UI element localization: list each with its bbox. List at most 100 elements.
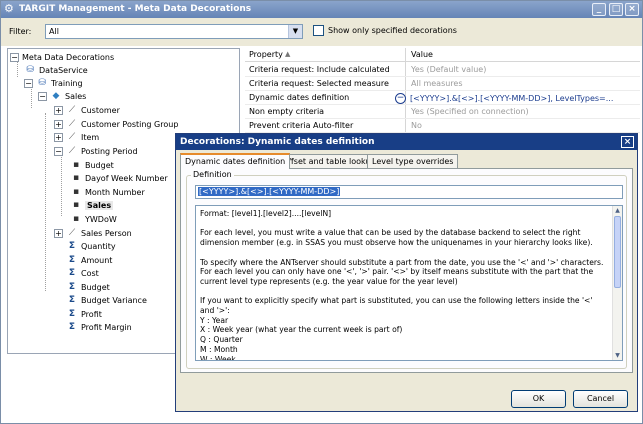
help-scrollbar[interactable]: ▲ ▼ bbox=[612, 206, 622, 360]
measure-icon: Σ bbox=[68, 255, 76, 265]
tree-node-cost[interactable]: Σ Cost bbox=[66, 267, 99, 280]
show-only-checkbox[interactable] bbox=[313, 25, 324, 36]
definition-value: [<YYYY>].&[<>].[<YYYY-MM-DD>] bbox=[198, 187, 341, 196]
measure-icon: Σ bbox=[68, 268, 76, 278]
help-textbox[interactable]: Format: [level1].[level2]....[levelN] Fo… bbox=[195, 205, 623, 361]
tree-node-ywdow-level[interactable]: ▪ YWDoW bbox=[70, 213, 117, 226]
chevron-down-icon[interactable]: ▼ bbox=[288, 25, 302, 38]
tree-node-budget-variance[interactable]: Σ Budget Variance bbox=[66, 294, 147, 307]
filter-label: Filter: bbox=[9, 27, 32, 36]
ok-button[interactable]: OK bbox=[511, 390, 566, 408]
title-bar: ⚙ TARGIT Management - Meta Data Decorati… bbox=[1, 1, 642, 18]
tree-node-quantity[interactable]: Σ Quantity bbox=[66, 240, 116, 253]
dialog-close-button[interactable]: × bbox=[621, 136, 634, 148]
tree-node-item[interactable]: + ⟋ Item bbox=[54, 131, 99, 144]
grid-row[interactable]: Prevent criteria Auto-filter No bbox=[245, 119, 640, 133]
definition-input[interactable]: [<YYYY>].&[<>].[<YYYY-MM-DD>] bbox=[195, 185, 623, 199]
collapse-icon[interactable]: − bbox=[54, 147, 63, 156]
expand-icon[interactable]: + bbox=[54, 133, 63, 142]
dimension-icon: ⟋ bbox=[68, 228, 76, 238]
level-icon: ▪ bbox=[72, 200, 80, 210]
property-value-active: − [<YYYY>].&[<>].[<YYYY-MM-DD>], LevelTyp… bbox=[395, 93, 614, 104]
main-window: ⚙ TARGIT Management - Meta Data Decorati… bbox=[0, 0, 643, 424]
cancel-button[interactable]: Cancel bbox=[573, 390, 628, 408]
dialog-title: Decorations: Dynamic dates definition × bbox=[176, 134, 637, 150]
measure-icon: Σ bbox=[68, 282, 76, 292]
tree-node-budget-level[interactable]: ▪ Budget bbox=[70, 159, 114, 172]
gear-icon: ⚙ bbox=[4, 2, 14, 15]
property-name: Dynamic dates definition bbox=[249, 93, 350, 102]
measure-icon: Σ bbox=[68, 295, 76, 305]
grid-header: Property ▲ Value bbox=[245, 48, 640, 62]
collapse-icon[interactable]: − bbox=[38, 92, 47, 101]
tab-dynamic-dates-definition[interactable]: Dynamic dates definition bbox=[180, 153, 291, 169]
tab-offset-and-table-lookup[interactable]: Offset and table lookup bbox=[277, 154, 381, 168]
expand-icon[interactable]: + bbox=[54, 106, 63, 115]
tree-node-customer[interactable]: + ⟋ Customer bbox=[54, 104, 120, 117]
scroll-down-icon[interactable]: ▼ bbox=[613, 351, 622, 360]
dimension-icon: ⟋ bbox=[68, 146, 76, 156]
dimension-icon: ⟋ bbox=[68, 105, 76, 115]
tree-node-sales-level[interactable]: ▪ Sales bbox=[70, 199, 114, 212]
tab-panel: Definition [<YYYY>].&[<>].[<YYYY-MM-DD>]… bbox=[180, 168, 633, 373]
value-column-header[interactable]: Value bbox=[411, 50, 433, 59]
dimension-icon: ⟋ bbox=[68, 119, 76, 129]
measure-icon: Σ bbox=[68, 241, 76, 251]
group-title: Definition bbox=[191, 170, 234, 179]
tab-level-type-overrides[interactable]: Level type overrides bbox=[367, 154, 459, 168]
sort-ascending-icon: ▲ bbox=[285, 50, 291, 58]
tree-node-month-number-level[interactable]: ▪ Month Number bbox=[70, 186, 145, 199]
property-name: Criteria request: Selected measures bbox=[249, 79, 389, 88]
grid-row[interactable]: Criteria request: Include calculated ...… bbox=[245, 63, 640, 77]
remove-icon[interactable]: − bbox=[395, 93, 406, 104]
definition-group: Definition [<YYYY>].&[<>].[<YYYY-MM-DD>]… bbox=[186, 170, 627, 369]
dynamic-dates-dialog: Decorations: Dynamic dates definition × … bbox=[175, 133, 638, 412]
grid-row[interactable]: Criteria request: Selected measures All … bbox=[245, 77, 640, 91]
tree-node-amount[interactable]: Σ Amount bbox=[66, 254, 113, 267]
help-text: Format: [level1].[level2]....[levelN] Fo… bbox=[200, 209, 604, 361]
property-value: Yes (Specified on connection) bbox=[411, 107, 529, 116]
filter-value: All bbox=[49, 27, 59, 36]
tree-node-customer-posting-group[interactable]: + ⟋ Customer Posting Group bbox=[54, 118, 178, 131]
property-name: Non empty criteria bbox=[249, 107, 325, 116]
tree-node-sales-cube[interactable]: − ◆ Sales bbox=[38, 90, 86, 103]
tree-node-dataservice[interactable]: ⛁ DataService bbox=[24, 64, 87, 77]
level-icon: ▪ bbox=[72, 173, 80, 183]
property-value: No bbox=[411, 121, 422, 130]
window-title: TARGIT Management - Meta Data Decoration… bbox=[19, 4, 252, 14]
measure-icon: Σ bbox=[68, 322, 76, 332]
cube-icon: ◆ bbox=[52, 91, 60, 101]
property-value: Yes (Default value) bbox=[411, 65, 487, 74]
show-only-label: Show only specified decorations bbox=[328, 26, 457, 35]
measure-icon: Σ bbox=[68, 309, 76, 319]
dimension-icon: ⟋ bbox=[68, 132, 76, 142]
grid-row[interactable]: Non empty criteria Yes (Specified on con… bbox=[245, 105, 640, 119]
tree-node-training[interactable]: − ⛁ Training bbox=[24, 77, 83, 90]
property-column-header[interactable]: Property bbox=[249, 50, 283, 59]
maximize-button[interactable]: □ bbox=[609, 3, 623, 16]
tree-node-dayofweek-level[interactable]: ▪ Dayof Week Number bbox=[70, 172, 168, 185]
tree-node-profit[interactable]: Σ Profit bbox=[66, 308, 102, 321]
minimize-button[interactable]: _ bbox=[592, 3, 606, 16]
tree-node-sales-person[interactable]: + ⟋ Sales Person bbox=[54, 227, 132, 240]
close-button[interactable]: × bbox=[625, 3, 639, 16]
tree-node-root[interactable]: − Meta Data Decorations bbox=[10, 51, 114, 64]
scroll-thumb[interactable] bbox=[614, 216, 621, 288]
level-icon: ▪ bbox=[72, 160, 80, 170]
property-name: Prevent criteria Auto-filter bbox=[249, 121, 354, 130]
collapse-icon[interactable]: − bbox=[24, 79, 33, 88]
database-icon: ⛁ bbox=[26, 65, 34, 75]
tree-node-profit-margin[interactable]: Σ Profit Margin bbox=[66, 321, 132, 334]
filter-bar: Filter: All ▼ Show only specified decora… bbox=[1, 18, 642, 46]
collapse-icon[interactable]: − bbox=[10, 53, 19, 62]
tree-node-budget-measure[interactable]: Σ Budget bbox=[66, 281, 110, 294]
property-name: Criteria request: Include calculated ... bbox=[249, 65, 389, 74]
filter-dropdown[interactable]: All ▼ bbox=[45, 24, 303, 39]
scroll-up-icon[interactable]: ▲ bbox=[613, 206, 622, 215]
level-icon: ▪ bbox=[72, 187, 80, 197]
level-icon: ▪ bbox=[72, 214, 80, 224]
expand-icon[interactable]: + bbox=[54, 120, 63, 129]
grid-row[interactable]: Dynamic dates definition − [<YYYY>].&[<>]… bbox=[245, 91, 640, 105]
tree-node-posting-period[interactable]: − ⟋ Posting Period bbox=[54, 145, 138, 158]
expand-icon[interactable]: + bbox=[54, 229, 63, 238]
